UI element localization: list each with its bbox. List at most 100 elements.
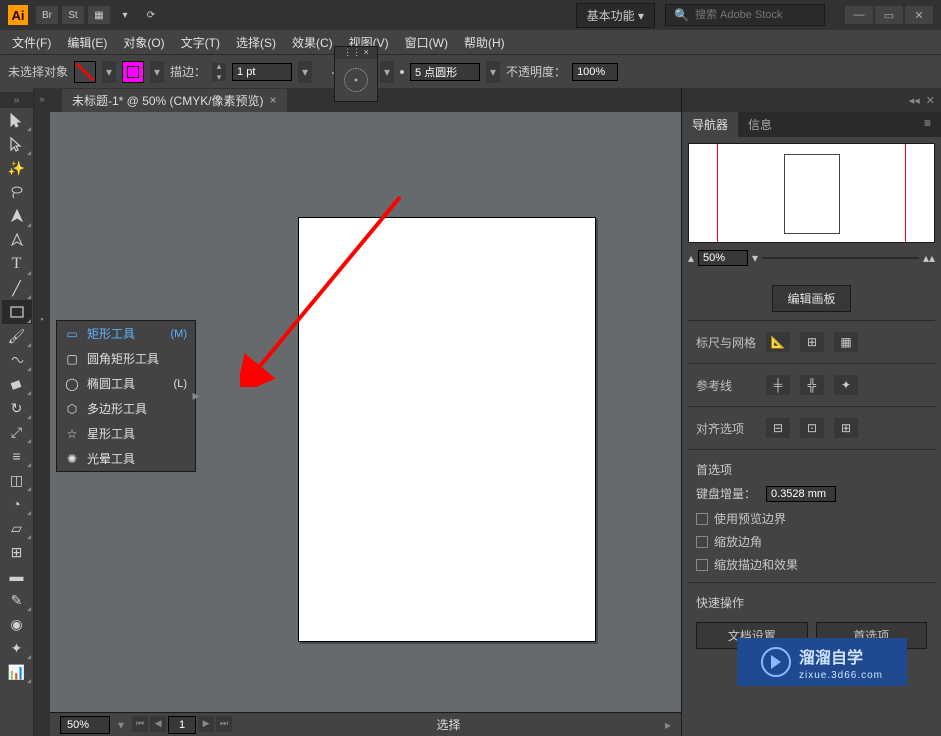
flyout-polygon[interactable]: ⬡ 多边形工具 [57,396,195,421]
zoom-slider[interactable] [762,257,919,259]
paintbrush-tool[interactable]: 🖌 [2,324,32,348]
tab-navigator[interactable]: 导航器 [682,112,738,137]
flyout-flare[interactable]: ✺ 光晕工具 [57,446,195,471]
preview-bounds-checkbox[interactable] [696,513,708,525]
shape-builder-tool[interactable]: ◔ [2,492,32,516]
eraser-tool[interactable] [2,372,32,396]
document-tab[interactable]: 未标题-1* @ 50% (CMYK/像素预览) × [62,89,287,112]
brush-input[interactable] [410,63,480,81]
status-more-icon[interactable]: ▸ [665,718,671,732]
selection-tool[interactable] [2,108,32,132]
maximize-button[interactable]: ▭ [875,6,903,24]
snap-pixel-icon[interactable]: ⊟ [766,418,790,438]
menu-effect[interactable]: 效果(C) [284,31,341,54]
minimize-button[interactable]: — [845,6,873,24]
stroke-weight-input[interactable] [232,63,292,81]
chevron-down-icon[interactable]: ▾ [118,718,124,732]
menu-type[interactable]: 文字(T) [173,31,228,54]
scale-corners-checkbox[interactable] [696,536,708,548]
document-tab-title: 未标题-1* @ 50% (CMYK/像素预览) [72,92,264,109]
menu-edit[interactable]: 编辑(E) [59,31,115,54]
close-tab-icon[interactable]: × [270,93,277,107]
chevron-down-icon: ▾ [638,9,644,23]
scale-tool[interactable]: ⤢ [2,420,32,444]
flyout-rectangle[interactable]: ▭ 矩形工具 (M) [57,321,195,346]
floating-tool-handle[interactable]: ⋮⋮ × [335,47,377,59]
width-tool[interactable]: ≡ [2,444,32,468]
type-tool[interactable]: T [2,252,32,276]
menu-file[interactable]: 文件(F) [4,31,59,54]
blend-tool[interactable]: ◉ [2,612,32,636]
menu-select[interactable]: 选择(S) [228,31,284,54]
prev-page-button[interactable]: ◀ [150,716,166,732]
mesh-tool[interactable]: ⊞ [2,540,32,564]
menu-window[interactable]: 窗口(W) [397,31,456,54]
next-page-button[interactable]: ▶ [198,716,214,732]
rectangle-tool[interactable] [2,300,32,324]
toolbox-collapse[interactable]: » [0,92,33,108]
stroke-weight-dropdown[interactable]: ▾ [298,61,312,83]
ruler-icon[interactable]: 📐 [766,332,790,352]
edit-artboard-button[interactable]: 编辑画板 [772,285,850,312]
stock-icon[interactable]: St [62,6,84,24]
curvature-tool[interactable] [2,228,32,252]
guides-lock-icon[interactable]: ╬ [800,375,824,395]
tab-info[interactable]: 信息 [738,112,782,137]
stroke-dropdown[interactable]: ▾ [150,61,164,83]
opacity-input[interactable] [572,63,618,81]
flyout-rounded-rectangle[interactable]: ▢ 圆角矩形工具 [57,346,195,371]
free-transform-tool[interactable]: ◫ [2,468,32,492]
gpu-icon[interactable]: ⟳ [140,6,162,24]
search-input[interactable] [695,9,815,21]
gradient-tool[interactable]: ▬ [2,564,32,588]
transparency-grid-icon[interactable]: ▦ [834,332,858,352]
stock-search[interactable]: 🔍 [665,4,825,26]
smart-guides-icon[interactable]: ✦ [834,375,858,395]
close-button[interactable]: ✕ [905,6,933,24]
chevron-down-icon[interactable]: ▾ [752,251,758,265]
magic-wand-tool[interactable]: ✨ [2,156,32,180]
flyout-star[interactable]: ☆ 星形工具 [57,421,195,446]
fill-dropdown[interactable]: ▾ [102,61,116,83]
fill-swatch[interactable] [74,61,96,83]
brush-dropdown[interactable]: ▾ [486,61,500,83]
zoom-input[interactable] [60,716,110,734]
scale-strokes-checkbox[interactable] [696,559,708,571]
panel-close-icon[interactable]: ✕ [926,94,935,107]
workspace-dropdown[interactable]: 基本功能 ▾ [576,3,655,28]
floating-tool-panel[interactable]: ⋮⋮ × [334,46,378,102]
grid-icon[interactable]: ⊞ [800,332,824,352]
direct-selection-tool[interactable] [2,132,32,156]
perspective-tool[interactable]: ▱ [2,516,32,540]
menu-object[interactable]: 对象(O) [115,31,172,54]
column-graph-tool[interactable]: 📊 [2,660,32,684]
snap-point-icon[interactable]: ⊡ [800,418,824,438]
lasso-tool[interactable] [2,180,32,204]
eyedropper-tool[interactable]: ✎ [2,588,32,612]
profile-dropdown[interactable]: ▾ [380,61,394,83]
line-tool[interactable]: ╱ [2,276,32,300]
zoom-out-icon[interactable]: ▴ [688,251,694,265]
symbol-sprayer-tool[interactable]: ✦ [2,636,32,660]
pen-tool[interactable] [2,204,32,228]
bridge-icon[interactable]: Br [36,6,58,24]
snap-grid-icon[interactable]: ⊞ [834,418,858,438]
stroke-stepper[interactable]: ▴▾ [212,63,226,81]
page-input[interactable] [168,716,196,734]
guides-visibility-icon[interactable]: ╪ [766,375,790,395]
stroke-swatch[interactable] [122,61,144,83]
keyboard-inc-input[interactable] [766,486,836,502]
panel-collapse-icon[interactable]: ◂◂ [909,94,920,107]
rotate-tool[interactable]: ↻ [2,396,32,420]
zoom-in-icon[interactable]: ▴▴ [923,251,935,265]
shaper-tool[interactable] [2,348,32,372]
navigator-preview[interactable] [688,143,935,243]
chevron-down-icon[interactable]: ▾ [114,6,136,24]
menu-help[interactable]: 帮助(H) [456,31,513,54]
navigator-zoom-input[interactable] [698,250,748,266]
panel-menu-icon[interactable]: ≡ [914,112,941,137]
arrange-icon[interactable]: ▦ [88,6,110,24]
first-page-button[interactable]: ⏮ [132,716,148,732]
flyout-ellipse[interactable]: ◯ 椭圆工具 (L) [57,371,195,396]
last-page-button[interactable]: ⏭ [216,716,232,732]
